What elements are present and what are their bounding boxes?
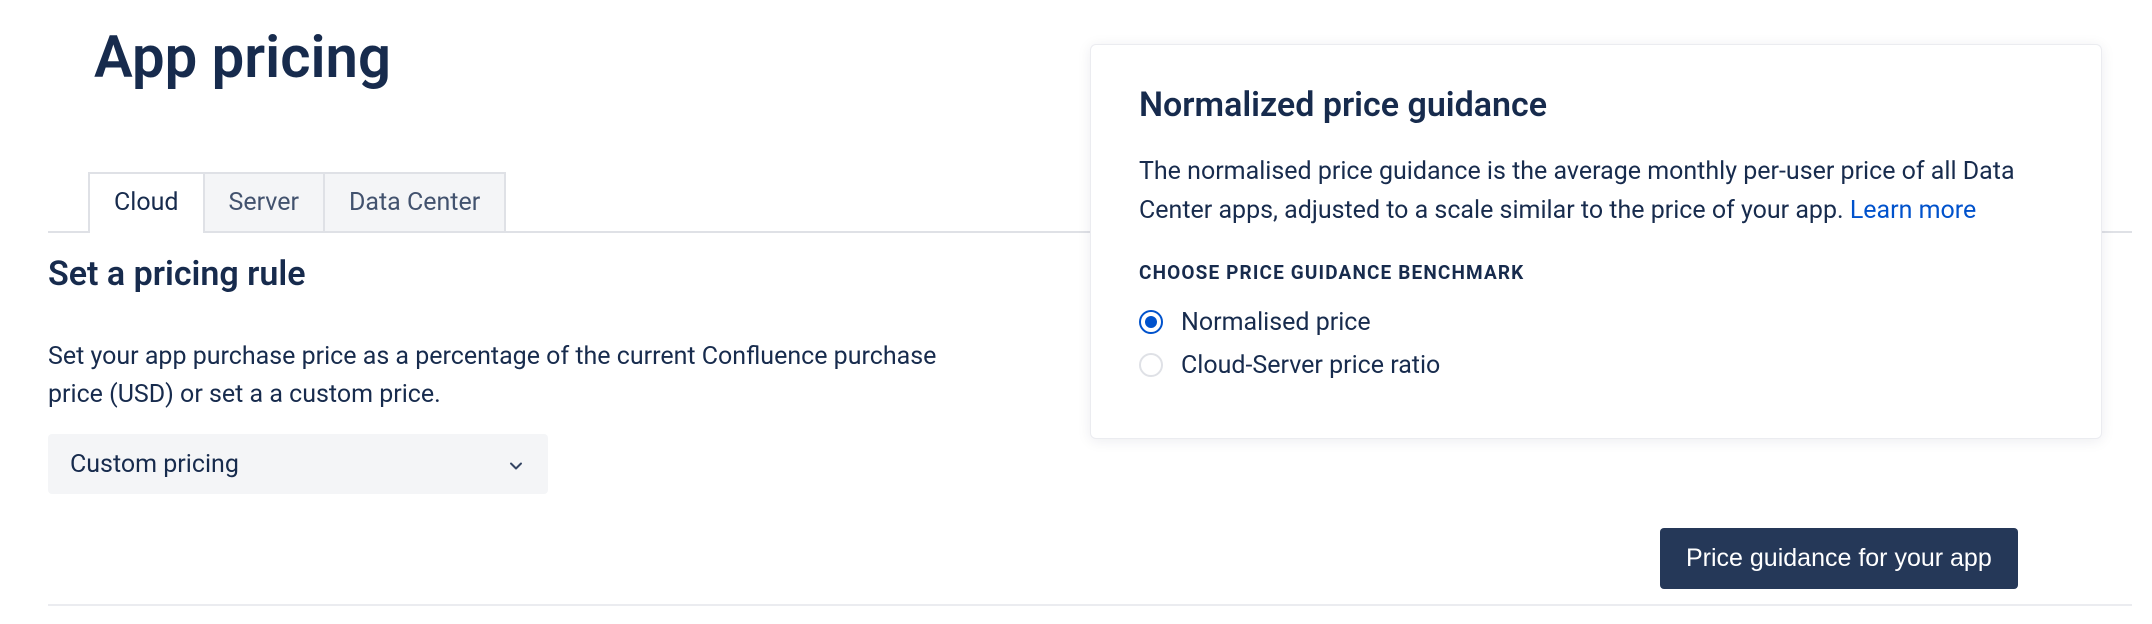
- panel-title: Normalized price guidance: [1139, 85, 2053, 125]
- panel-description: The normalised price guidance is the ave…: [1139, 153, 2053, 231]
- panel-subheading: CHOOSE PRICE GUIDANCE BENCHMARK: [1139, 261, 2053, 284]
- radio-cloud-server-ratio[interactable]: Cloud-Server price ratio: [1139, 351, 2053, 380]
- tab-server[interactable]: Server: [203, 172, 325, 231]
- radio-label: Cloud-Server price ratio: [1181, 351, 1440, 380]
- tab-cloud[interactable]: Cloud: [88, 172, 205, 233]
- pricing-rule-select[interactable]: Custom pricing: [48, 434, 548, 494]
- price-guidance-button[interactable]: Price guidance for your app: [1660, 528, 2018, 589]
- chevron-down-icon: [506, 454, 526, 474]
- radio-label: Normalised price: [1181, 308, 1371, 337]
- price-guidance-panel: Normalized price guidance The normalised…: [1090, 44, 2102, 439]
- page-title: App pricing: [94, 24, 391, 92]
- tab-data-center[interactable]: Data Center: [323, 172, 506, 231]
- pricing-rule-select-value: Custom pricing: [70, 450, 239, 479]
- divider: [48, 604, 2132, 606]
- radio-button-icon: [1139, 353, 1163, 377]
- radio-button-icon: [1139, 310, 1163, 334]
- radio-normalised-price[interactable]: Normalised price: [1139, 308, 2053, 337]
- learn-more-link[interactable]: Learn more: [1850, 196, 1976, 225]
- pricing-rule-heading: Set a pricing rule: [48, 254, 306, 294]
- pricing-rule-description: Set your app purchase price as a percent…: [48, 338, 968, 413]
